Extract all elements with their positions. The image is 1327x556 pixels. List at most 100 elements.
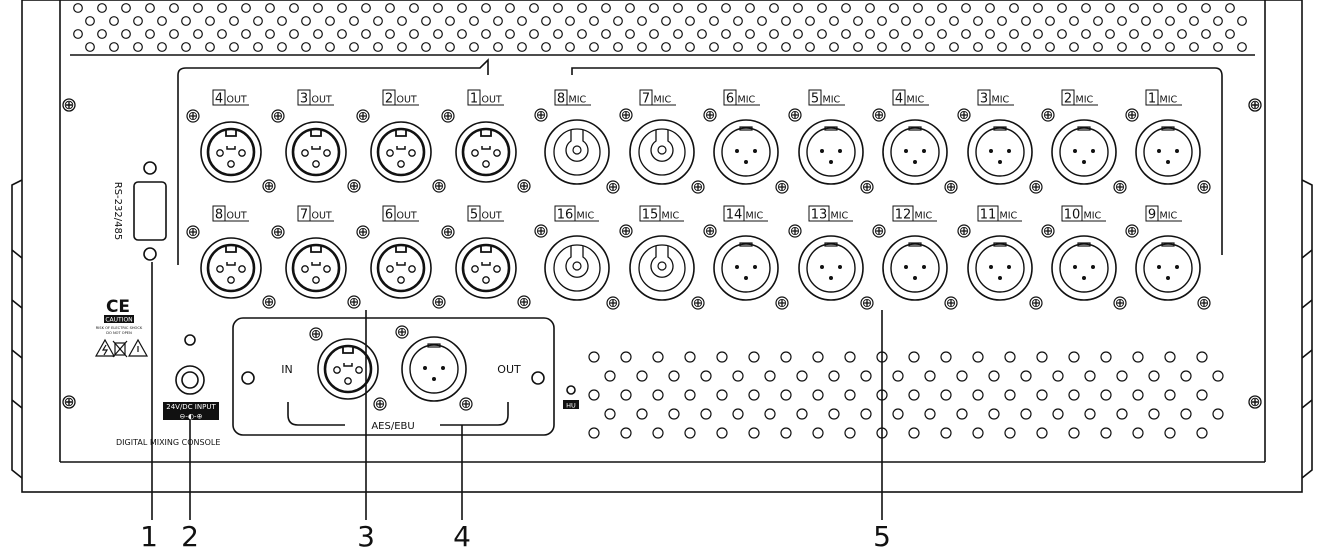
xlr-pin [1007,149,1011,153]
mount-screw-icon [262,295,276,309]
screw-slot [1045,112,1051,118]
xlr-latch [481,146,491,150]
vent-hole [433,29,443,39]
xlr-pin [408,265,416,273]
xlr-input-5 [798,119,864,185]
vent-hole [732,408,744,420]
screw-slot [864,184,870,190]
label-tag: MIC [992,95,1010,106]
xlr-body [409,344,459,394]
vent-hole [457,29,467,39]
vent-hole [1068,389,1080,401]
vent-hole [121,3,131,13]
vent-hole [1153,3,1163,13]
xlr-pin [408,149,416,157]
xlr-latch [481,262,491,266]
mic-label: 12 MIC [892,205,937,223]
label-tag: MIC [831,211,849,222]
vent-hole [988,408,1000,420]
mount-screw-icon [534,224,548,238]
xlr-output-4 [200,121,262,183]
screw-slot [66,399,72,405]
xlr-pin [998,276,1002,280]
vent-hole [865,29,875,39]
xlr-pin [333,366,341,374]
screw-slot [538,112,544,118]
mount-screw-icon [619,224,633,238]
label-tag: MIC [577,211,595,222]
vent-hole [841,29,851,39]
vent-hole [685,16,695,26]
label-number: 5 [811,92,819,107]
vent-hole [716,351,728,363]
vent-hole [925,42,935,52]
out-label: 1 OUT [467,89,504,107]
callout-4: 4 [453,520,471,552]
vent-hole [877,16,887,26]
label-tag: MIC [823,95,841,106]
out-label: 7 OUT [297,205,334,223]
vent-hole [757,16,767,26]
xlr-pin [838,149,842,153]
warning-icons [94,338,149,358]
xlr-pin [1157,149,1161,153]
xlr-input-11 [967,235,1033,301]
vent-hole [924,408,936,420]
xlr-pin [838,265,842,269]
screw-slot [377,401,383,407]
vent-hole [85,16,95,26]
mount-screw-icon [944,180,958,194]
label-number: 16 [557,208,574,223]
xlr-pin [913,276,917,280]
vent-hole [625,3,635,13]
panel-screws [62,98,1262,409]
label-tag: MIC [746,211,764,222]
vent-hole [169,3,179,13]
vent-hole [956,370,968,382]
vent-hole [217,29,227,39]
xlr-pin [744,276,748,280]
xlr-output-8 [200,237,262,299]
vent-hole [1100,389,1112,401]
xlr-shell [370,121,432,183]
vent-hole [748,427,760,439]
vent-hole [637,42,647,52]
vent-hole [1004,351,1016,363]
vent-hole [145,29,155,39]
mount-screw-icon [347,295,361,309]
mount-screw-icon [432,179,446,193]
screw-slot [399,329,405,335]
xlr-latch [226,146,236,150]
vent-hole [620,427,632,439]
xlr-pin [423,366,427,370]
vent-hole [588,389,600,401]
out-label: 2 OUT [382,89,419,107]
vent-hole [565,42,575,52]
vent-hole [1004,427,1016,439]
vent-hole [169,29,179,39]
vent-hole [1020,408,1032,420]
screw-slot [1201,184,1207,190]
aes-in-connector [317,338,379,400]
out-label: 8 OUT [212,205,249,223]
vent-hole [828,370,840,382]
vent-hole [673,29,683,39]
vent-hole [973,16,983,26]
vent-hole [589,42,599,52]
vent-hole [1021,42,1031,52]
vent-hole [1212,370,1224,382]
caution-line2: DO NOT OPEN [106,331,132,335]
vent-hole [397,42,407,52]
xlr-pin [227,276,235,284]
vent-hole [337,29,347,39]
mic-label: 14 MIC [723,205,768,223]
vent-hole [924,370,936,382]
vent-hole [748,351,760,363]
vent-hole [469,42,479,52]
screw-slot [948,300,954,306]
xlr-output-5 [455,237,517,299]
screw-slot [266,299,272,305]
vent-hole [853,16,863,26]
mount-screw-icon [309,327,323,341]
xlr-pin [238,149,246,157]
